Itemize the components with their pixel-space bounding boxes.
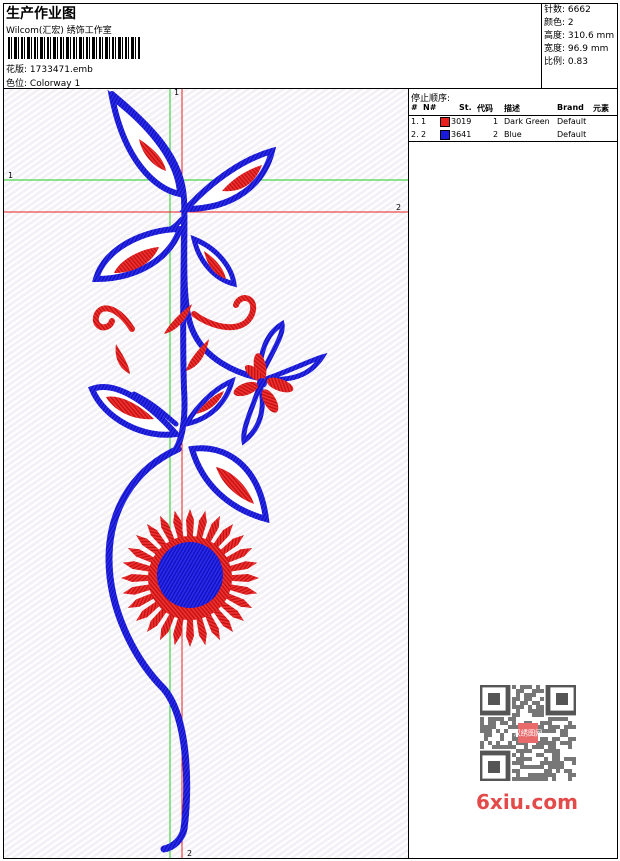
sheet-subtitle: Wilcom(汇宏) 绣饰工作室 xyxy=(6,26,112,36)
stat-ratio: 比例: 0.83 xyxy=(544,57,588,67)
qr-code: 汉绣图网 xyxy=(480,685,576,781)
stat-colors: 颜色: 2 xyxy=(544,18,574,28)
col-n: N# xyxy=(423,103,437,112)
sunflower xyxy=(121,509,259,647)
guide-red-v-label: 2 xyxy=(187,849,192,858)
guide-red-h-label: 2 xyxy=(396,203,401,212)
stats-box: 针数: 6662 颜色: 2 高度: 310.6 mm 宽度: 96.9 mm … xyxy=(541,4,618,88)
small-flower xyxy=(233,319,328,446)
stat-height: 高度: 310.6 mm xyxy=(544,31,615,41)
color-swatch-red xyxy=(440,117,450,127)
stat-width: 宽度: 96.9 mm xyxy=(544,44,609,54)
leaf-lower-right-big xyxy=(188,445,270,524)
col-code: 代码 xyxy=(477,104,493,113)
table-row[interactable]: 2. 2 3641 2 Blue Default xyxy=(409,129,617,141)
guide-green-v-label: 1 xyxy=(174,89,179,97)
guide-green-h-label: 1 xyxy=(8,171,13,180)
col-st: St. xyxy=(459,103,472,112)
design-file-line: 花版: 1733471.emb xyxy=(6,62,93,75)
stop-table-header: # N# St. 代码 描述 Brand 元素 xyxy=(409,102,617,116)
sheet-title: 生产作业图 xyxy=(6,6,76,22)
col-desc: 描述 xyxy=(504,104,520,113)
leaf-lower-right-small xyxy=(180,376,236,428)
design-label: 花版: xyxy=(6,65,28,75)
design-file: 1733471.emb xyxy=(29,65,93,75)
col-element: 元素 xyxy=(593,104,609,113)
leaf-mid-right xyxy=(190,234,237,288)
color-swatch-blue xyxy=(440,130,450,140)
table-row[interactable]: 1. 1 3019 1 Dark Green Default xyxy=(409,116,617,128)
stat-stitches: 针数: 6662 xyxy=(544,5,591,15)
col-hash: # xyxy=(411,103,418,112)
qr-label: 汉绣图网 xyxy=(514,728,543,737)
leaf-mid-left xyxy=(92,225,185,283)
embroidery-design: 1 1 2 2 xyxy=(4,89,408,858)
barcode xyxy=(8,37,140,59)
col-brand: Brand xyxy=(557,103,584,112)
watermark-text: 6xiu.com xyxy=(476,790,578,814)
panel-divider xyxy=(409,141,617,142)
design-canvas[interactable]: 1 1 2 2 xyxy=(4,89,409,858)
